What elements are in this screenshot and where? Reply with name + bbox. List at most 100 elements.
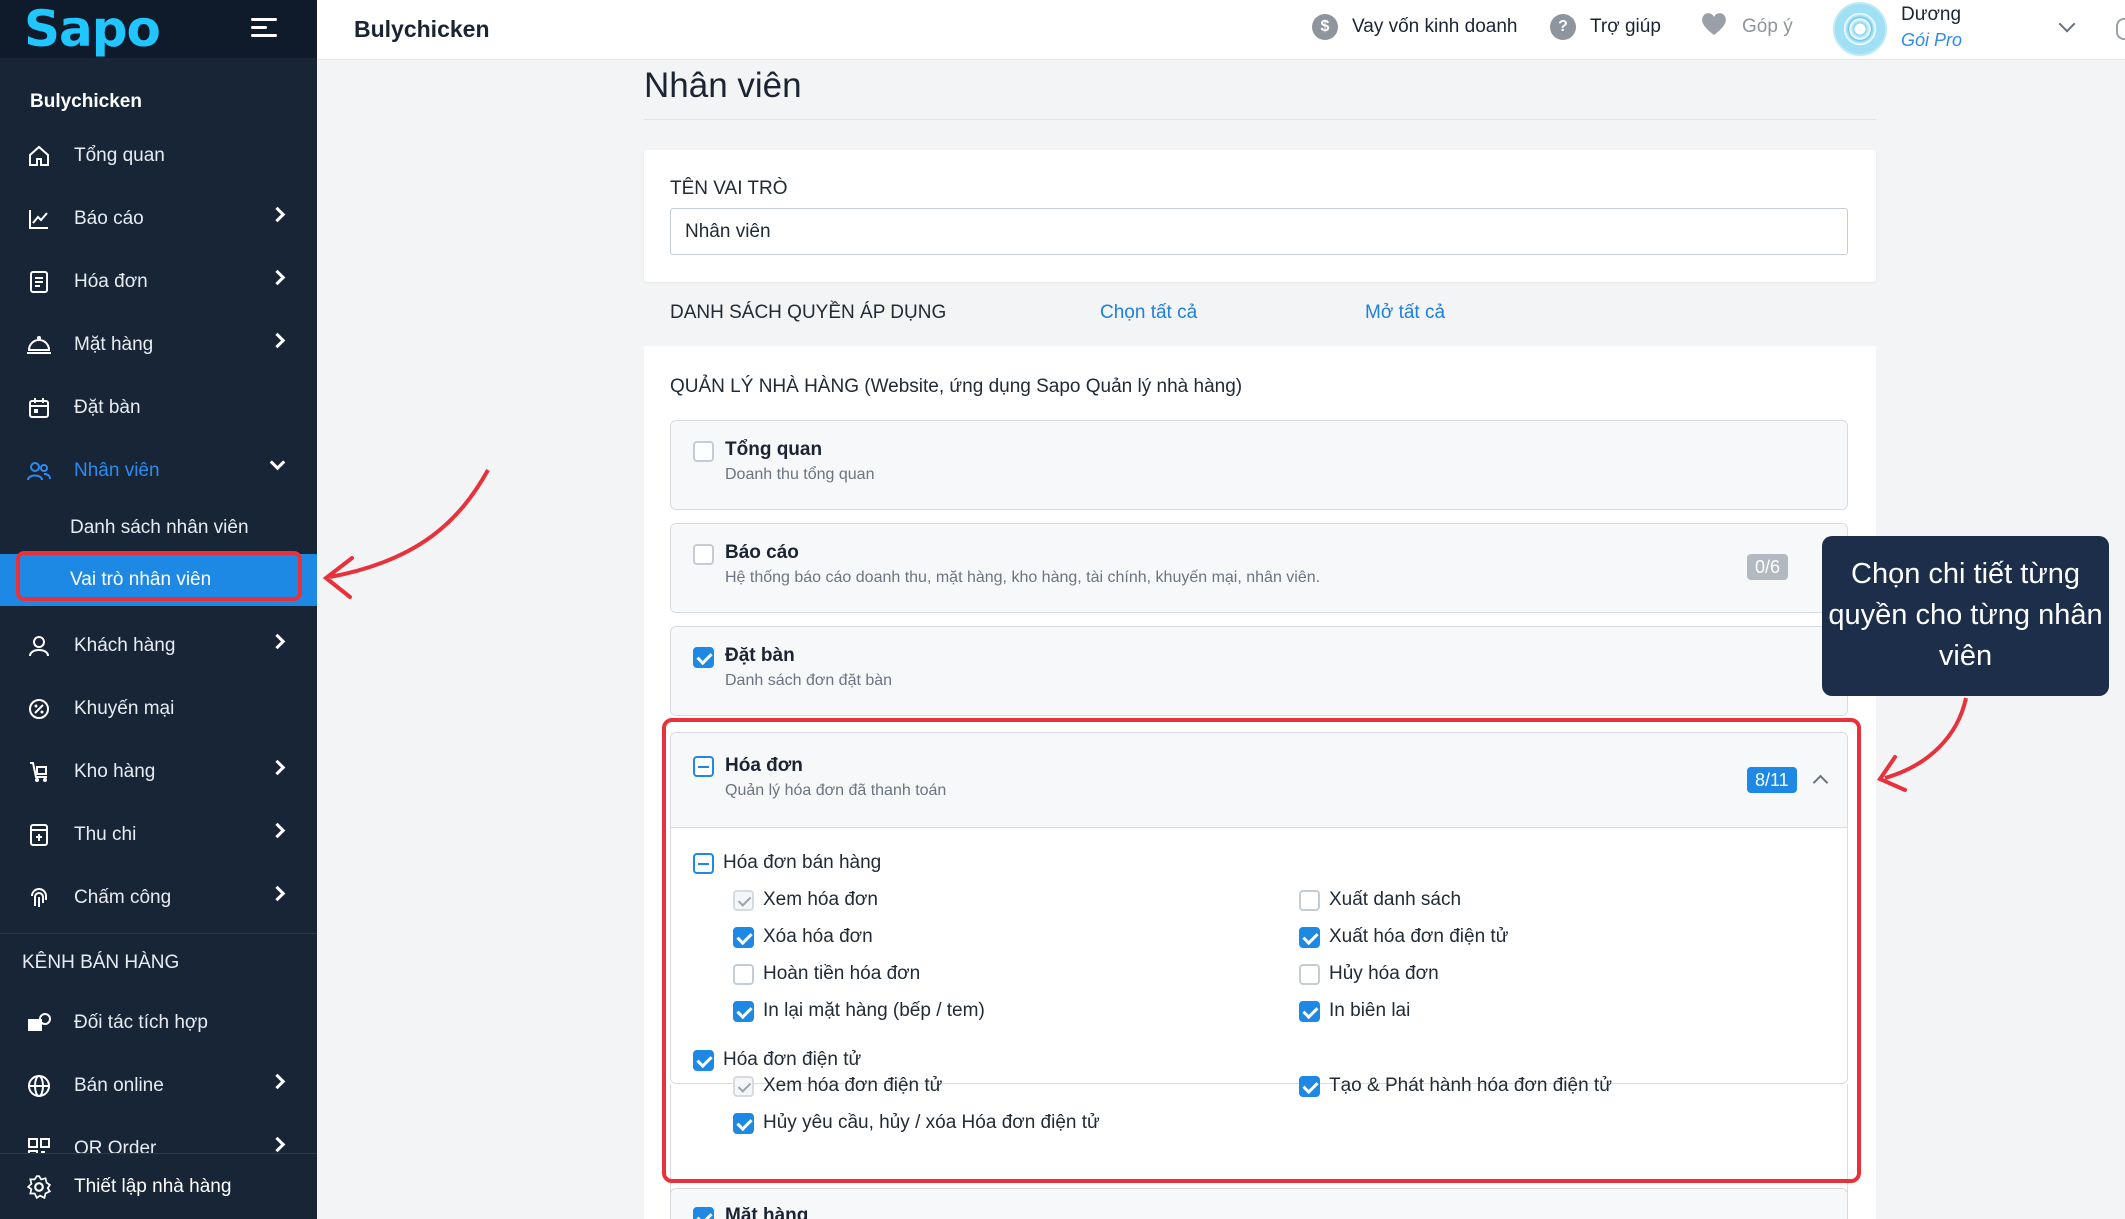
sidebar-item-dat-ban[interactable]: Đặt bàn [0, 376, 317, 439]
sapo-logo[interactable]: Sapo [24, 0, 161, 58]
users-icon [26, 458, 52, 484]
sidebar-item-cham-cong[interactable]: Chấm công [0, 866, 317, 929]
avatar[interactable] [1833, 2, 1887, 56]
calendar-icon [26, 395, 52, 421]
annotation-tooltip: Chọn chi tiết từng quyền cho từng nhân v… [1822, 536, 2109, 696]
sidebar-item-khach-hang[interactable]: Khách hàng [0, 614, 317, 677]
count-badge: 0/6 [1747, 554, 1789, 580]
user-name[interactable]: Dương [1901, 4, 1961, 26]
module-title: Tổng quan [725, 439, 823, 460]
chevron-down-icon [269, 454, 286, 471]
divider [644, 119, 1876, 120]
promo-icon [26, 696, 52, 722]
sidebar-item-label: Hóa đơn [74, 270, 148, 292]
module-checkbox[interactable] [693, 544, 714, 565]
chevron-right-icon [269, 206, 286, 223]
highlight-box-nav [16, 551, 302, 601]
sidebar-item-hoa-don[interactable]: Hóa đơn [0, 250, 317, 313]
highlight-box-main [662, 718, 1861, 1183]
cashbook-icon [26, 822, 52, 848]
sidebar-item-thiet-lap[interactable]: Thiết lập nhà hàng [0, 1153, 317, 1219]
partner-icon [26, 1010, 52, 1036]
loan-link[interactable]: $ Vay vốn kinh doanh [1312, 0, 1518, 54]
chevron-right-icon [269, 1136, 286, 1153]
chevron-right-icon [269, 633, 286, 650]
person-icon [26, 633, 52, 659]
fingerprint-icon [26, 885, 52, 911]
loan-label: Vay vốn kinh doanh [1352, 16, 1518, 37]
module-title: Mặt hàng [725, 1205, 809, 1219]
sidebar-item-kho-hang[interactable]: Kho hàng [0, 740, 317, 803]
role-name-input[interactable] [670, 208, 1848, 255]
role-card: TÊN VAI TRÒ [644, 150, 1876, 282]
chevron-right-icon [269, 885, 286, 902]
permission-list-header: DANH SÁCH QUYỀN ÁP DỤNG [670, 302, 947, 323]
chevron-right-icon [269, 269, 286, 286]
top-header: Bulychicken $ Vay vốn kinh doanh ? Trợ g… [317, 0, 2125, 60]
sidebar-item-nhan-vien[interactable]: Nhân viên [0, 439, 317, 502]
chevron-right-icon [269, 332, 286, 349]
module-desc: Hệ thống báo cáo doanh thu, mặt hàng, kh… [725, 569, 1321, 586]
select-all-link[interactable]: Chọn tất cả [1100, 302, 1197, 324]
module-mat-hang[interactable]: Mặt hàng [670, 1188, 1848, 1219]
module-desc: Danh sách đơn đặt bàn [725, 672, 893, 689]
sidebar-item-label: Khuyến mại [74, 697, 175, 719]
feedback-label: Góp ý [1742, 16, 1793, 37]
scroll-handle[interactable] [2116, 18, 2125, 40]
sidebar-item-label: Báo cáo [74, 207, 144, 229]
warehouse-icon [26, 759, 52, 785]
help-link[interactable]: ? Trợ giúp [1550, 0, 1661, 54]
dollar-icon: $ [1312, 14, 1338, 40]
section-label-kenh-ban-hang: KÊNH BÁN HÀNG [0, 933, 317, 991]
sidebar-item-label: Đặt bàn [74, 396, 141, 418]
module-dat-ban[interactable]: Đặt bàn Danh sách đơn đặt bàn [670, 626, 1848, 716]
module-tong-quan[interactable]: Tổng quan Doanh thu tổng quan [670, 420, 1848, 510]
chart-icon [26, 206, 52, 232]
gear-icon [26, 1174, 52, 1200]
collapse-menu-icon[interactable] [251, 18, 277, 40]
module-title: Báo cáo [725, 542, 799, 563]
chevron-right-icon [269, 759, 286, 776]
feedback-link[interactable]: Góp ý [1700, 0, 1793, 54]
sidebar-item-label: Đối tác tích hợp [74, 1011, 208, 1033]
sidebar-item-label: Khách hàng [74, 634, 176, 656]
module-desc: Doanh thu tổng quan [725, 466, 875, 483]
question-icon: ? [1550, 14, 1576, 40]
globe-icon [26, 1073, 52, 1099]
dish-icon [26, 332, 52, 358]
sidebar-item-label: Thu chi [74, 823, 137, 845]
module-bao-cao[interactable]: Báo cáo Hệ thống báo cáo doanh thu, mặt … [670, 523, 1848, 613]
chevron-right-icon [269, 822, 286, 839]
receipt-icon [26, 269, 52, 295]
sidebar-item-label: Tổng quan [74, 144, 165, 166]
sidebar-subitem-danh-sach-nhan-vien[interactable]: Danh sách nhân viên [0, 502, 317, 554]
module-checkbox[interactable] [693, 647, 714, 668]
sidebar-item-mat-hang[interactable]: Mặt hàng [0, 313, 317, 376]
sidebar-item-khuyen-mai[interactable]: Khuyến mại [0, 677, 317, 740]
sidebar: Sapo Bulychicken Tổng quan Báo cáo Hóa đ… [0, 0, 317, 1219]
chevron-right-icon [269, 1073, 286, 1090]
sidebar-item-ban-online[interactable]: Bán online [0, 1054, 317, 1117]
module-title: Đặt bàn [725, 645, 795, 666]
permission-group-title: QUẢN LÝ NHÀ HÀNG (Website, ứng dụng Sapo… [670, 376, 1243, 397]
module-checkbox[interactable] [693, 441, 714, 462]
sidebar-item-tong-quan[interactable]: Tổng quan [0, 124, 317, 187]
sidebar-item-label: Mặt hàng [74, 333, 154, 355]
help-label: Trợ giúp [1590, 16, 1661, 37]
sidebar-item-thu-chi[interactable]: Thu chi [0, 803, 317, 866]
sidebar-item-label: Bán online [74, 1074, 164, 1096]
sidebar-item-bao-cao[interactable]: Báo cáo [0, 187, 317, 250]
header-title: Bulychicken [354, 16, 490, 42]
page-title: Nhân viên [644, 66, 802, 105]
sidebar-item-label: Nhân viên [74, 459, 160, 481]
chevron-down-icon[interactable] [2058, 15, 2076, 33]
sidebar-item-label: Kho hàng [74, 760, 156, 782]
sidebar-item-label: Chấm công [74, 886, 172, 908]
user-plan: Gói Pro [1901, 30, 1963, 50]
sidebar-item-label: Thiết lập nhà hàng [74, 1175, 232, 1197]
module-checkbox[interactable] [693, 1207, 714, 1219]
sidebar-item-doi-tac[interactable]: Đối tác tích hợp [0, 991, 317, 1054]
expand-all-link[interactable]: Mở tất cả [1365, 302, 1445, 324]
logo-bar: Sapo [0, 0, 317, 58]
role-name-label: TÊN VAI TRÒ [670, 178, 788, 199]
